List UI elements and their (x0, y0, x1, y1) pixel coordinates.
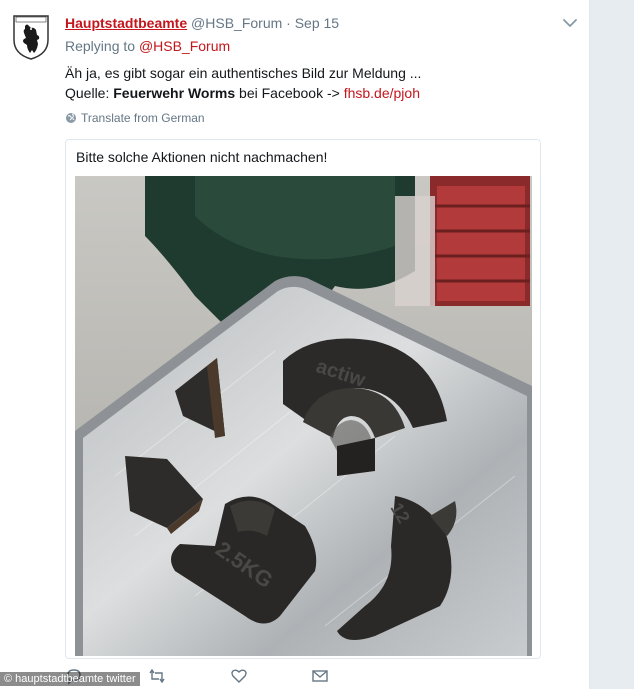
replying-to-label: Replying to (65, 38, 136, 54)
source-prefix: Quelle: (65, 85, 114, 101)
globe-icon (66, 113, 76, 123)
chevron-down-icon[interactable] (561, 14, 579, 32)
translate-label: Translate from German (81, 111, 205, 125)
source-middle: bei Facebook -> (235, 85, 344, 101)
timestamp[interactable]: Sep 15 (295, 15, 339, 31)
quoted-card[interactable]: Bitte solche Aktionen nicht nachmachen! (65, 139, 541, 659)
tweet-text-line1: Äh ja, es gibt sogar ein authentisches B… (65, 65, 422, 81)
replying-to-handle[interactable]: @HSB_Forum (139, 38, 230, 54)
translate-link[interactable]: Translate from German (65, 111, 205, 125)
tweet: Hauptstadtbeamte @HSB_Forum · Sep 15 Rep… (0, 0, 590, 689)
retweet-icon[interactable] (148, 667, 166, 685)
replying-to: Replying to @HSB_Forum (65, 38, 230, 54)
card-text: Bitte solche Aktionen nicht nachmachen! (76, 149, 328, 165)
tweet-photo[interactable]: actiw 2.5KG 12 (75, 176, 532, 656)
like-icon[interactable] (230, 667, 248, 685)
display-name[interactable]: Hauptstadtbeamte (65, 15, 187, 31)
handle[interactable]: @HSB_Forum (191, 15, 282, 31)
tweet-header: Hauptstadtbeamte @HSB_Forum · Sep 15 (65, 14, 339, 32)
source-name: Feuerwehr Worms (113, 85, 236, 101)
tweet-text-line2: Quelle: Feuerwehr Worms bei Facebook -> … (65, 83, 565, 103)
separator: · (286, 15, 291, 31)
image-credit: © hauptstadtbeamte twitter (0, 672, 140, 686)
avatar[interactable] (12, 12, 50, 60)
tweet-text: Äh ja, es gibt sogar ein authentisches B… (65, 63, 565, 103)
message-icon[interactable] (311, 667, 329, 685)
source-link[interactable]: fhsb.de/pjoh (344, 85, 420, 101)
